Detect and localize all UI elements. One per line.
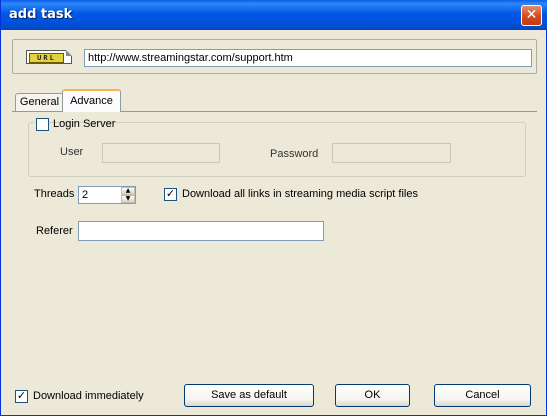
ok-button[interactable]: OK: [335, 384, 410, 407]
tab-general[interactable]: General: [15, 93, 64, 112]
close-icon: ✕: [525, 7, 538, 23]
cancel-button[interactable]: Cancel: [434, 384, 531, 407]
user-input[interactable]: [102, 143, 220, 163]
title-bar[interactable]: add task ✕: [1, 0, 547, 30]
download-immediately-label: Download immediately: [33, 390, 144, 402]
checkmark-icon: ✓: [16, 389, 27, 402]
window-title: add task: [9, 7, 73, 22]
threads-spinner: ▲ ▼: [121, 186, 136, 204]
tab-advance[interactable]: Advance: [62, 89, 121, 112]
password-input[interactable]: [332, 143, 451, 163]
login-server-label: Login Server: [53, 118, 116, 130]
spin-up-button[interactable]: ▲: [121, 187, 135, 195]
password-label: Password: [270, 148, 319, 160]
save-as-default-button[interactable]: Save as default: [184, 384, 314, 407]
threads-label: Threads: [34, 188, 75, 200]
download-links-checkbox[interactable]: ✓: [164, 187, 177, 201]
login-server-legend: Login Server: [34, 117, 115, 133]
spin-down-button[interactable]: ▼: [121, 195, 135, 203]
spin-down-icon: ▼: [125, 195, 131, 202]
download-immediately-checkbox[interactable]: ✓: [15, 389, 28, 403]
spin-up-icon: ▲: [125, 187, 131, 194]
download-links-label: Download all links in streaming media sc…: [182, 188, 418, 200]
url-input[interactable]: [84, 49, 532, 67]
add-task-dialog: add task ✕ URL General Advance Login Ser…: [0, 0, 547, 416]
user-label: User: [60, 146, 84, 158]
threads-input[interactable]: [78, 186, 122, 204]
checkmark-icon: ✓: [165, 187, 176, 200]
url-icon: URL: [26, 50, 72, 64]
url-group: URL: [12, 39, 537, 74]
login-server-checkbox[interactable]: [36, 118, 49, 131]
close-button[interactable]: ✕: [521, 5, 542, 26]
referer-label: Referer: [36, 225, 73, 237]
referer-input[interactable]: [78, 221, 324, 241]
